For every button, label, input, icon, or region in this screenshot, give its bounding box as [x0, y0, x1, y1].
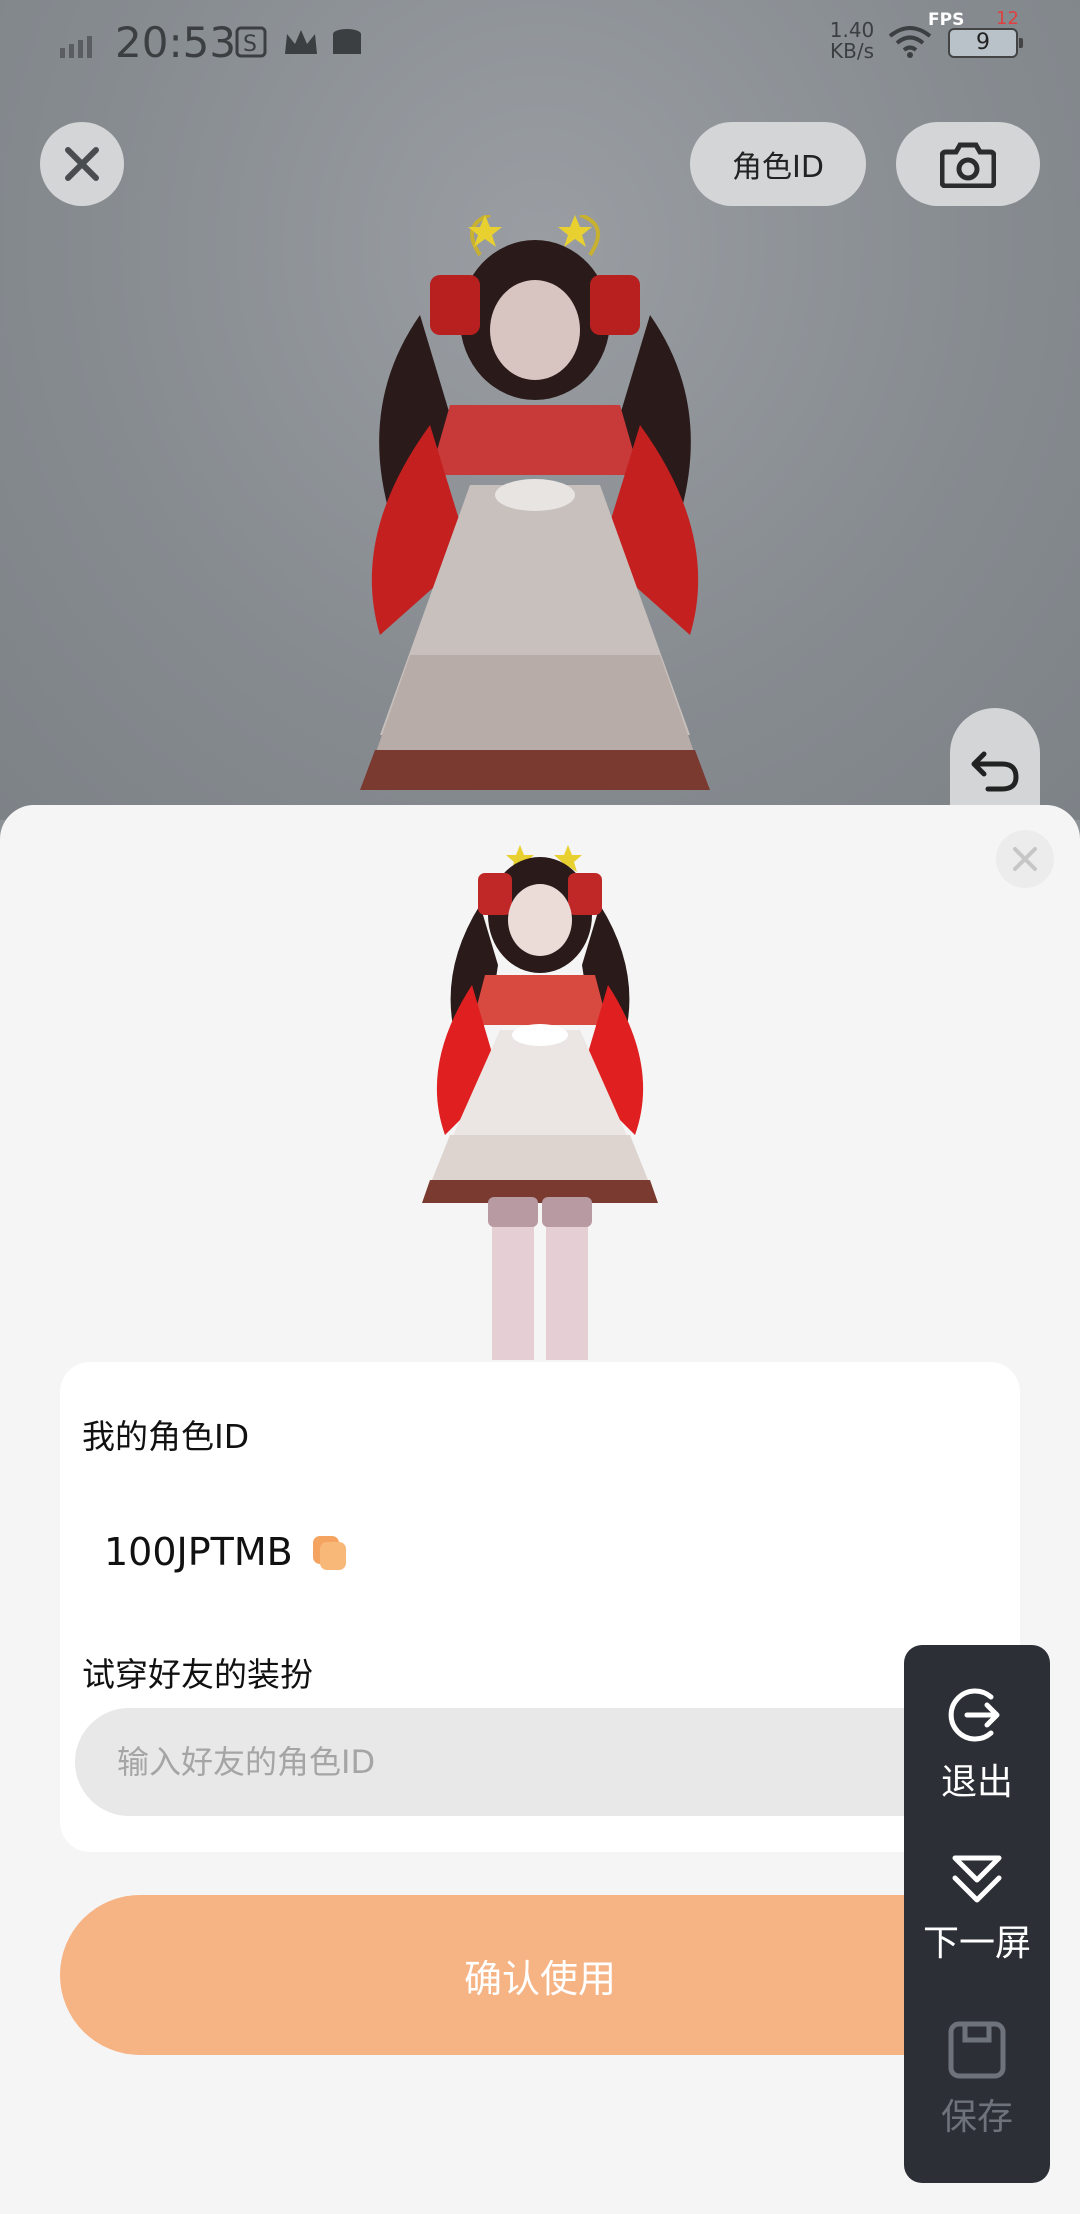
avatar-preview-image [422, 845, 658, 1360]
status-bar: 20:53 S 1.40 KB/s FPS 12 9 [0, 0, 1080, 90]
network-speed-unit: KB/s [830, 39, 874, 63]
try-on-friend-label: 试穿好友的装扮 [82, 1655, 313, 1694]
friend-role-id-input[interactable] [75, 1708, 1005, 1816]
next-screen-button[interactable]: 下一屏 [904, 1850, 1050, 1966]
save-label: 保存 [940, 2097, 1013, 2138]
confirm-use-button[interactable]: 确认使用 [60, 1895, 1020, 2055]
avatar-scene[interactable] [0, 0, 1080, 820]
undo-icon [971, 751, 1019, 792]
wifi-icon [888, 26, 932, 58]
camera-button[interactable] [896, 122, 1040, 206]
signal-icon [60, 36, 92, 58]
next-screen-label: 下一屏 [922, 1923, 1031, 1964]
network-speed: 1.40 KB/s [822, 20, 882, 62]
sheet-close-button[interactable] [996, 830, 1054, 888]
battery-icon: 9 [948, 28, 1023, 58]
role-id-button[interactable]: 角色ID [690, 122, 866, 206]
copy-icon[interactable] [311, 1534, 347, 1572]
fps-value: 12 [996, 8, 1019, 29]
svg-text:S: S [243, 32, 257, 57]
my-role-id-label: 我的角色ID [82, 1417, 250, 1456]
camera-icon [940, 142, 996, 188]
save-icon [948, 2021, 1006, 2079]
exit-label: 退出 [940, 1762, 1013, 1803]
exit-icon [948, 1688, 1000, 1742]
close-icon [65, 147, 99, 181]
network-speed-value: 1.40 [829, 18, 875, 42]
my-role-id-value: 100JPTMB [104, 1530, 293, 1574]
exit-button[interactable]: 退出 [904, 1685, 1050, 1805]
close-icon [1013, 847, 1037, 871]
notification-icons: S [235, 26, 361, 58]
status-time: 20:53 [115, 18, 237, 67]
save-button[interactable]: 保存 [904, 2020, 1050, 2140]
avatar-character-background [360, 215, 710, 790]
close-button[interactable] [40, 122, 124, 206]
floating-side-panel: 退出 下一屏 保存 [904, 1645, 1050, 2183]
double-chevron-down-icon [952, 1855, 1002, 1903]
fps-label: FPS [928, 10, 965, 30]
